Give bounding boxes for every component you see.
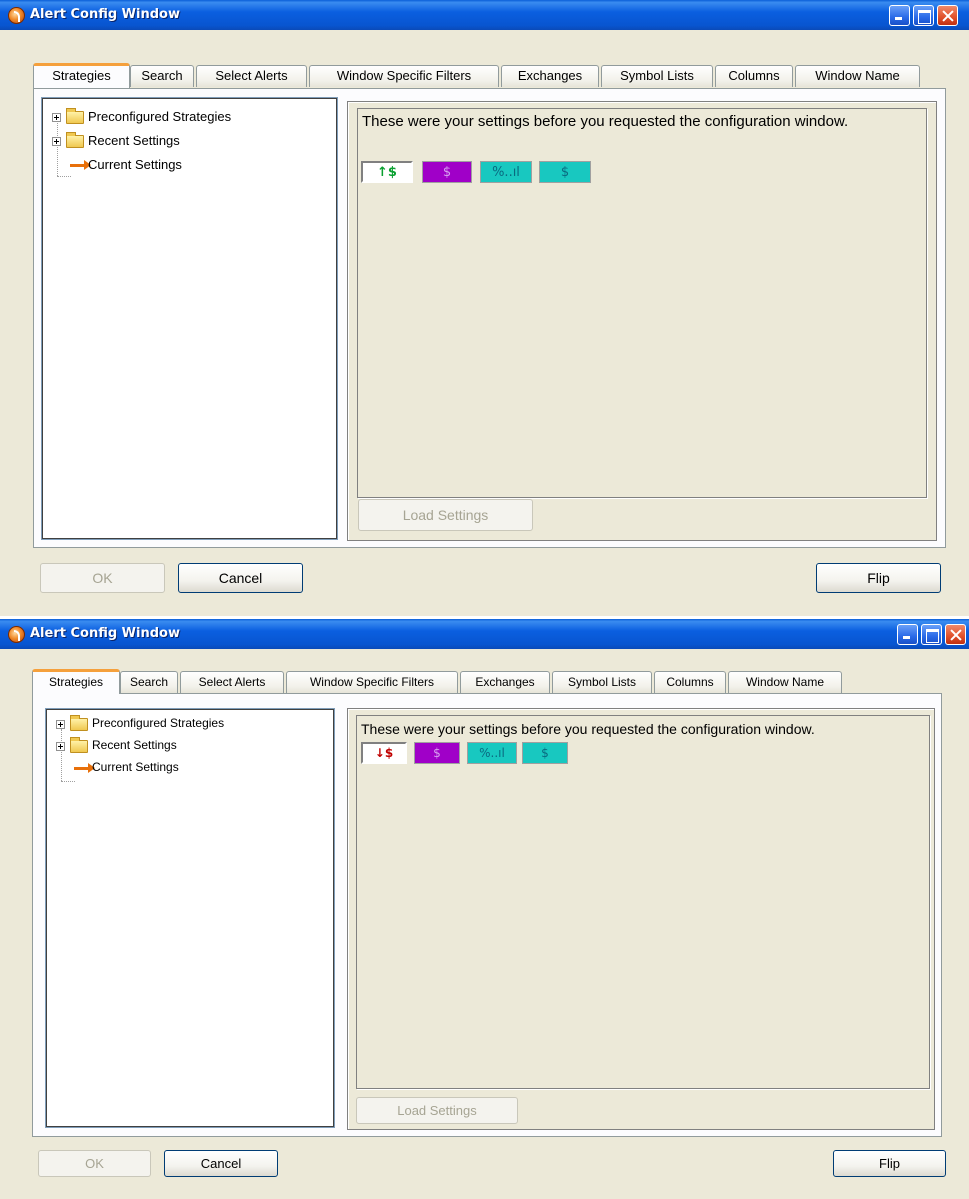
tree-node-preconfigured-strategies[interactable]: Preconfigured Strategies	[52, 108, 332, 128]
dollar-filter-icon-purple[interactable]: $	[414, 742, 460, 764]
minimize-button[interactable]	[897, 624, 918, 645]
tab-window-name[interactable]: Window Name	[795, 65, 920, 87]
tab-columns[interactable]: Columns	[715, 65, 793, 87]
cancel-button[interactable]: Cancel	[164, 1150, 278, 1177]
dollar-filter-icon-teal[interactable]: $	[522, 742, 568, 764]
window-title: Alert Config Window	[30, 626, 180, 641]
tab-exchanges[interactable]: Exchanges	[460, 671, 550, 693]
close-button[interactable]	[937, 5, 958, 26]
strategy-tree[interactable]: Preconfigured Strategies Recent Settings…	[41, 97, 338, 540]
tab-select-alerts[interactable]: Select Alerts	[180, 671, 284, 693]
tab-select-alerts[interactable]: Select Alerts	[196, 65, 307, 87]
tab-search[interactable]: Search	[130, 65, 194, 87]
folder-icon	[66, 108, 84, 124]
tab-window-name[interactable]: Window Name	[728, 671, 842, 693]
arrow-right-icon	[70, 160, 91, 170]
expand-icon[interactable]	[56, 742, 65, 751]
folder-icon	[70, 715, 88, 731]
tree-node-current-settings[interactable]: Current Settings	[56, 759, 326, 779]
minimize-button[interactable]	[889, 5, 910, 26]
tab-window-specific-filters[interactable]: Window Specific Filters	[309, 65, 499, 87]
folder-icon	[70, 737, 88, 753]
percent-volume-icon[interactable]: %..ıl	[480, 161, 532, 183]
cancel-button[interactable]: Cancel	[178, 563, 303, 593]
settings-description: These were your settings before you requ…	[362, 113, 849, 130]
tree-node-preconfigured-strategies[interactable]: Preconfigured Strategies	[56, 715, 326, 735]
expand-icon[interactable]	[52, 137, 61, 146]
settings-preview: These were your settings before you requ…	[357, 108, 927, 498]
settings-description: These were your settings before you requ…	[361, 721, 815, 737]
tree-node-label: Recent Settings	[88, 133, 180, 148]
tree-node-label: Current Settings	[88, 157, 182, 172]
minimize-icon	[898, 625, 917, 644]
settings-preview-box: These were your settings before you requ…	[347, 101, 937, 541]
load-settings-button[interactable]: Load Settings	[356, 1097, 518, 1124]
app-icon	[8, 7, 25, 24]
tab-columns[interactable]: Columns	[654, 671, 726, 693]
dollar-filter-icon-purple[interactable]: $	[422, 161, 472, 183]
load-settings-button[interactable]: Load Settings	[358, 499, 533, 531]
flip-button[interactable]: Flip	[816, 563, 941, 593]
maximize-icon	[914, 6, 933, 25]
maximize-icon	[922, 625, 941, 644]
window-title: Alert Config Window	[30, 7, 180, 22]
tree-node-recent-settings[interactable]: Recent Settings	[56, 737, 326, 757]
title-bar[interactable]: Alert Config Window	[0, 0, 969, 30]
new-high-dollar-icon[interactable]: ↑$	[361, 161, 413, 183]
settings-preview-box: These were your settings before you requ…	[347, 708, 935, 1130]
tree-node-label: Recent Settings	[92, 738, 177, 752]
ok-button[interactable]: OK	[38, 1150, 151, 1177]
strategy-tree[interactable]: Preconfigured Strategies Recent Settings…	[45, 708, 335, 1128]
alert-config-window-top: Alert Config Window Strategies Search Se…	[0, 0, 969, 616]
tree-node-label: Current Settings	[92, 760, 179, 774]
expand-icon[interactable]	[52, 113, 61, 122]
dollar-filter-icon-teal[interactable]: $	[539, 161, 591, 183]
tree-node-recent-settings[interactable]: Recent Settings	[52, 132, 332, 152]
strategies-panel: Preconfigured Strategies Recent Settings…	[33, 88, 946, 548]
minimize-icon	[890, 6, 909, 25]
title-bar[interactable]: Alert Config Window	[0, 619, 969, 649]
tree-node-current-settings[interactable]: Current Settings	[52, 156, 332, 176]
arrow-right-icon	[74, 763, 95, 773]
tree-node-label: Preconfigured Strategies	[88, 109, 232, 124]
tab-window-specific-filters[interactable]: Window Specific Filters	[286, 671, 458, 693]
maximize-button[interactable]	[921, 624, 942, 645]
app-icon	[8, 626, 25, 643]
settings-preview: These were your settings before you requ…	[356, 715, 930, 1089]
tab-symbol-lists[interactable]: Symbol Lists	[552, 671, 652, 693]
flip-button[interactable]: Flip	[833, 1150, 946, 1177]
new-low-dollar-icon[interactable]: ↓$	[361, 742, 407, 764]
percent-volume-icon[interactable]: %..ıl	[467, 742, 517, 764]
tab-symbol-lists[interactable]: Symbol Lists	[601, 65, 713, 87]
tab-strategies[interactable]: Strategies	[33, 63, 130, 88]
ok-button[interactable]: OK	[40, 563, 165, 593]
close-icon	[946, 625, 965, 644]
close-icon	[938, 6, 957, 25]
close-button[interactable]	[945, 624, 966, 645]
tree-node-label: Preconfigured Strategies	[92, 716, 225, 730]
expand-icon[interactable]	[56, 720, 65, 729]
tab-exchanges[interactable]: Exchanges	[501, 65, 599, 87]
maximize-button[interactable]	[913, 5, 934, 26]
tab-search[interactable]: Search	[120, 671, 178, 693]
strategies-panel: Preconfigured Strategies Recent Settings…	[32, 693, 942, 1137]
tab-strategies[interactable]: Strategies	[32, 669, 120, 694]
folder-icon	[66, 132, 84, 148]
alert-config-window-bottom: Alert Config Window Strategies Search Se…	[0, 619, 969, 1199]
